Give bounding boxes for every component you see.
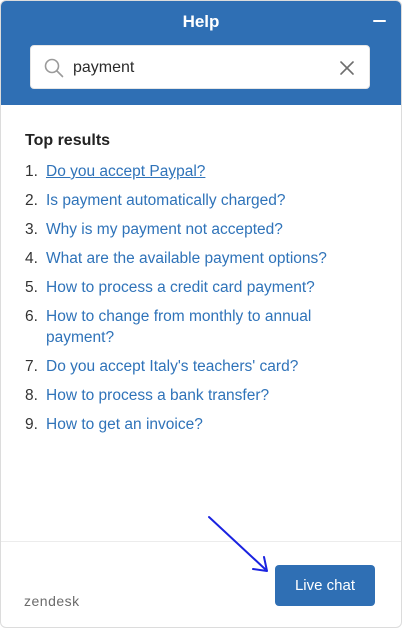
results-list: 1. Do you accept Paypal? 2. Is payment a… [25, 161, 365, 443]
list-item: 5. How to process a credit card payment? [25, 277, 365, 298]
result-link[interactable]: Do you accept Paypal? [46, 161, 205, 182]
close-icon[interactable] [337, 58, 357, 78]
result-number: 7. [25, 358, 38, 375]
minimize-icon [372, 20, 386, 22]
result-number: 9. [25, 416, 38, 433]
result-link[interactable]: How to change from monthly to annual pay… [46, 306, 365, 348]
result-number: 4. [25, 250, 38, 267]
results-heading: Top results [25, 132, 111, 149]
list-item: 3. Why is my payment not accepted? [25, 219, 365, 240]
list-item: 7. Do you accept Italy's teachers' card? [25, 356, 365, 377]
help-header: Help [1, 1, 401, 105]
result-link[interactable]: Is payment automatically charged? [46, 190, 286, 211]
annotation-arrow-icon [208, 516, 268, 572]
header-title: Help [182, 12, 220, 31]
result-link[interactable]: How to process a bank transfer? [46, 385, 269, 406]
result-link[interactable]: How to process a credit card payment? [46, 277, 315, 298]
result-number: 2. [25, 192, 38, 209]
result-number: 3. [25, 221, 38, 238]
live-chat-button[interactable]: Live chat [275, 565, 375, 606]
result-number: 1. [25, 163, 38, 180]
footer-divider [1, 541, 401, 542]
list-item: 6. How to change from monthly to annual … [25, 306, 365, 348]
result-link[interactable]: What are the available payment options? [46, 248, 327, 269]
search-input[interactable] [73, 54, 323, 82]
list-item: 8. How to process a bank transfer? [25, 385, 365, 406]
result-link[interactable]: Why is my payment not accepted? [46, 219, 283, 240]
list-item: 1. Do you accept Paypal? [25, 161, 365, 182]
result-number: 6. [25, 308, 38, 325]
result-link[interactable]: Do you accept Italy's teachers' card? [46, 356, 298, 377]
search-icon [44, 58, 64, 78]
list-item: 2. Is payment automatically charged? [25, 190, 365, 211]
zendesk-logo: zendesk [24, 593, 80, 609]
help-widget: Help Top results 1. Do you accept Paypal… [0, 0, 402, 628]
search-box[interactable] [30, 45, 370, 89]
result-number: 8. [25, 387, 38, 404]
minimize-button[interactable] [367, 9, 391, 33]
result-link[interactable]: How to get an invoice? [46, 414, 203, 435]
list-item: 4. What are the available payment option… [25, 248, 365, 269]
list-item: 9. How to get an invoice? [25, 414, 365, 435]
result-number: 5. [25, 279, 38, 296]
